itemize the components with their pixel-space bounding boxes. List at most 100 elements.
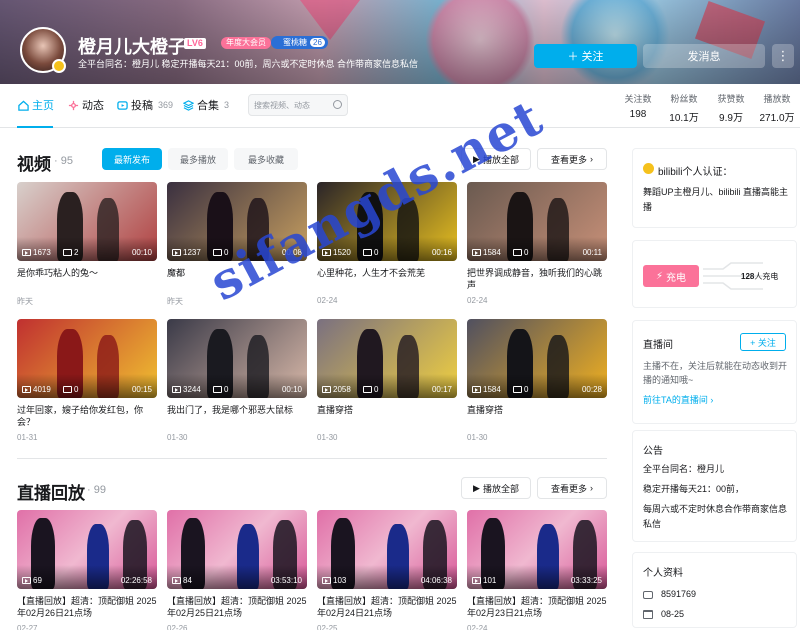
stat-following[interactable]: 关注数 198 [613,92,663,120]
videos-play-all-button[interactable]: ▶ 播放全部 [461,148,531,170]
video-date: 01-30 [167,433,188,442]
videos-count: · 95 [54,155,73,167]
uid-icon [643,590,653,599]
see-more-label: 查看更多 [550,483,587,494]
video-thumbnail[interactable]: 1237 0 00:08 [167,182,307,261]
play-count: 101 [472,576,496,585]
live-room-link[interactable]: 前往TA的直播间 › [643,393,713,406]
video-title[interactable]: 心里种花，人生才不会荒芜 [317,267,457,291]
tab-home[interactable]: 主页 [18,97,54,113]
search-input[interactable]: 搜索视频、动态 [248,94,348,116]
replay-card[interactable]: 103 04:06:38 【直播回放】超清：顶配御姐 2025年02月24日21点场… [317,510,457,630]
vip-tag[interactable]: 年度大会员 [221,37,271,49]
calendar-icon [643,610,653,619]
more-options-icon[interactable]: ⋮ [772,44,794,68]
replay-thumbnail[interactable]: 69 02:26:58 [17,510,157,589]
play-count-value: 4019 [33,385,51,394]
play-all-label: 播放全部 [482,154,519,165]
play-count-icon [322,386,331,393]
profile-info-panel: 个人资料 8591769 08-25 [632,552,797,628]
video-title[interactable]: 直播穿搭 [317,404,457,428]
stat-value: 271.0万 [759,113,795,124]
video-title[interactable]: 我出门了，我是哪个邪恶大鼠标 [167,404,307,428]
fan-medal[interactable]: 蜜桃糖 26 [271,36,328,49]
video-thumbnail[interactable]: 3244 0 00:10 [167,319,307,398]
video-title[interactable]: 是你乖巧粘人的兔～ [17,267,157,291]
play-count-value: 103 [333,576,347,585]
replay-title[interactable]: 【直播回放】超清：顶配御姐 2025年02月23日21点场 [467,595,607,619]
replay-title[interactable]: 【直播回放】超清：顶配御姐 2025年02月25日21点场 [167,595,307,619]
play-count-value: 1584 [483,248,501,257]
replays-play-all-button[interactable]: ▶ 播放全部 [461,477,531,499]
active-tab-indicator [17,126,53,128]
video-title[interactable]: 直播穿搭 [467,404,607,428]
replay-title[interactable]: 【直播回放】超清：顶配御姐 2025年02月26日21点场 [17,595,157,619]
sort-most-favorited-tab[interactable]: 最多收藏 [234,148,298,170]
replay-card[interactable]: 101 03:33:25 【直播回放】超清：顶配御姐 2025年02月23日21点场… [467,510,607,630]
video-icon [117,100,128,110]
video-card[interactable]: 3244 0 00:10 我出门了，我是哪个邪恶大鼠标 01-30 [167,319,307,442]
section-divider [17,458,607,459]
video-thumbnail[interactable]: 4019 0 00:15 [17,319,157,398]
tab-uploads-label: 投稿 [131,100,153,112]
video-card[interactable]: 2058 0 00:17 直播穿搭 01-30 [317,319,457,442]
video-card[interactable]: 4019 0 00:15 过年回家，嫂子给你发红包，你会？ 01-31 [17,319,157,442]
replay-card[interactable]: 69 02:26:58 【直播回放】超清：顶配御姐 2025年02月26日21点场 0… [17,510,157,630]
danmu-count: 0 [213,385,228,394]
play-count-icon [472,386,481,393]
play-count: 1584 [472,385,501,394]
danmu-count: 0 [513,248,528,257]
video-card[interactable]: 1584 0 00:11 把世界调成静音，独听我们的心跳声 02-24 [467,182,607,305]
video-date: 01-30 [317,433,338,442]
charge-button[interactable]: ⚡ 充电 [643,265,699,287]
danmu-count: 0 [363,385,378,394]
message-button[interactable]: 发消息 [643,44,765,68]
birthday-value: 08-25 [661,609,685,619]
video-thumbnail[interactable]: 1584 0 00:11 [467,182,607,261]
tab-dynamic[interactable]: 动态 [68,97,104,113]
video-card[interactable]: 1584 0 00:28 直播穿搭 01-30 [467,319,607,442]
play-count-icon [472,249,481,256]
video-title[interactable]: 过年回家，嫂子给你发红包，你会？ [17,404,157,428]
video-thumbnail[interactable]: 1584 0 00:28 [467,319,607,398]
tab-uploads[interactable]: 投稿 369 [117,97,173,113]
live-follow-button[interactable]: + 关注 [740,333,786,351]
replay-card[interactable]: 84 03:53:10 【直播回放】超清：顶配御姐 2025年02月25日21点场 0… [167,510,307,630]
video-card[interactable]: 1673 2 00:10 是你乖巧粘人的兔～ 昨天 [17,182,157,307]
video-card[interactable]: 1520 0 00:16 心里种花，人生才不会荒芜 02-24 [317,182,457,305]
stat-likes: 获赞数 9.9万 [706,92,756,124]
danmu-icon [513,249,522,256]
stat-value: 9.9万 [719,113,743,124]
user-bio: 全平台同名：橙月儿 稳定开播每天21：00前，周六或不定时休息 合作带商家信息私… [78,59,419,69]
tab-collections[interactable]: 合集 3 [183,97,229,113]
sort-most-played-tab[interactable]: 最多播放 [168,148,228,170]
video-title[interactable]: 把世界调成静音，独听我们的心跳声 [467,267,607,291]
search-icon[interactable] [333,100,342,109]
replay-thumbnail[interactable]: 101 03:33:25 [467,510,607,589]
video-thumbnail[interactable]: 2058 0 00:17 [317,319,457,398]
sort-latest-tab[interactable]: 最新发布 [102,148,162,170]
charge-label: 充电 [666,272,687,284]
avatar[interactable] [20,27,66,73]
play-count: 1237 [172,248,201,257]
stat-fans[interactable]: 粉丝数 10.1万 [659,92,709,124]
video-duration: 00:16 [431,248,452,257]
video-card[interactable]: 1237 0 00:08 魔都 昨天 [167,182,307,307]
video-thumbnail[interactable]: 1673 2 00:10 [17,182,157,261]
danmu-count-value: 0 [374,248,379,257]
danmu-count-value: 0 [224,385,229,394]
video-title[interactable]: 魔都 [167,267,307,291]
play-icon: ▶ [473,153,480,164]
replay-title[interactable]: 【直播回放】超清：顶配御姐 2025年02月24日21点场 [317,595,457,619]
video-duration: 03:53:10 [270,576,302,585]
tab-dynamic-label: 动态 [82,100,104,112]
notice-line: 全平台同名：橙月儿 [643,464,725,474]
follow-button[interactable]: ＋关注 [534,44,637,68]
video-thumbnail[interactable]: 1520 0 00:16 [317,182,457,261]
video-duration: 00:15 [131,385,152,394]
replay-thumbnail[interactable]: 84 03:53:10 [167,510,307,589]
replay-thumbnail[interactable]: 103 04:06:38 [317,510,457,589]
replays-see-more-button[interactable]: 查看更多 › [537,477,607,499]
videos-see-more-button[interactable]: 查看更多 › [537,148,607,170]
danmu-count: 0 [63,385,78,394]
